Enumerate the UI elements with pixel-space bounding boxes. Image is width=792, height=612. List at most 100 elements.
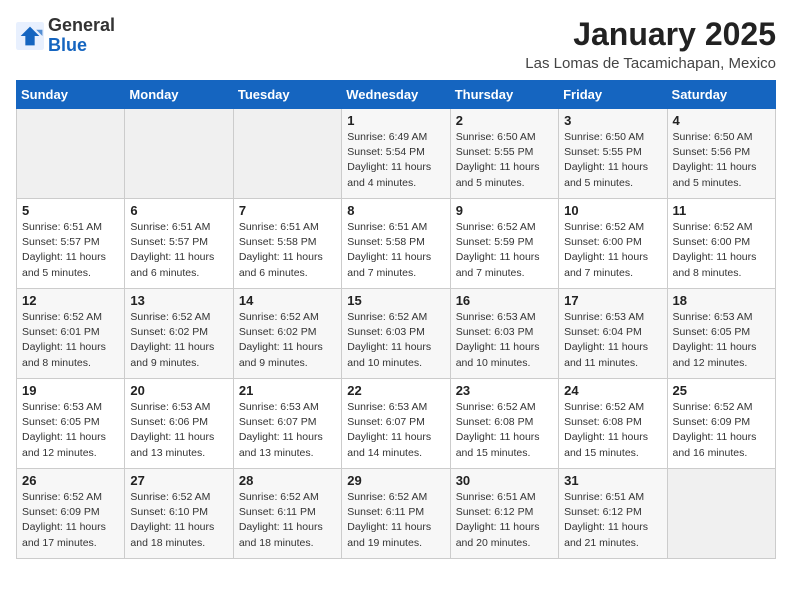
day-cell xyxy=(233,109,341,199)
day-number: 30 xyxy=(456,473,553,488)
day-cell: 31Sunrise: 6:51 AM Sunset: 6:12 PM Dayli… xyxy=(559,469,667,559)
day-info: Sunrise: 6:49 AM Sunset: 5:54 PM Dayligh… xyxy=(347,130,444,191)
day-number: 19 xyxy=(22,383,119,398)
day-number: 2 xyxy=(456,113,553,128)
day-info: Sunrise: 6:50 AM Sunset: 5:56 PM Dayligh… xyxy=(673,130,770,191)
day-number: 20 xyxy=(130,383,227,398)
calendar-table: SundayMondayTuesdayWednesdayThursdayFrid… xyxy=(16,80,776,559)
day-number: 10 xyxy=(564,203,661,218)
day-cell: 10Sunrise: 6:52 AM Sunset: 6:00 PM Dayli… xyxy=(559,199,667,289)
day-number: 3 xyxy=(564,113,661,128)
day-cell: 14 Sunrise: 6:52 AM Sunset: 6:02 PM Dayli… xyxy=(233,289,341,379)
day-info: Sunrise: 6:53 AM Sunset: 6:03 PM Dayligh… xyxy=(456,310,553,371)
day-cell: 16Sunrise: 6:53 AM Sunset: 6:03 PM Dayli… xyxy=(450,289,558,379)
calendar-header: SundayMondayTuesdayWednesdayThursdayFrid… xyxy=(17,81,776,109)
day-number: 1 xyxy=(347,113,444,128)
day-info: Sunrise: 6:50 AM Sunset: 5:55 PM Dayligh… xyxy=(456,130,553,191)
day-cell: 15Sunrise: 6:52 AM Sunset: 6:03 PM Dayli… xyxy=(342,289,450,379)
day-info: Sunrise: 6:52 AM Sunset: 6:09 PM Dayligh… xyxy=(22,490,119,551)
day-header-monday: Monday xyxy=(125,81,233,109)
day-number: 26 xyxy=(22,473,119,488)
day-info: Sunrise: 6:51 AM Sunset: 5:58 PM Dayligh… xyxy=(347,220,444,281)
day-number: 17 xyxy=(564,293,661,308)
day-number: 29 xyxy=(347,473,444,488)
day-cell: 7 Sunrise: 6:51 AM Sunset: 5:58 PM Daylig… xyxy=(233,199,341,289)
day-info: Sunrise: 6:53 AM Sunset: 6:05 PM Dayligh… xyxy=(673,310,770,371)
day-number: 23 xyxy=(456,383,553,398)
day-cell: 22 Sunrise: 6:53 AM Sunset: 6:07 PM Dayli… xyxy=(342,379,450,469)
day-number: 7 xyxy=(239,203,336,218)
day-cell: 27 Sunrise: 6:52 AM Sunset: 6:10 PM Dayli… xyxy=(125,469,233,559)
day-number: 22 xyxy=(347,383,444,398)
day-number: 14 xyxy=(239,293,336,308)
day-info: Sunrise: 6:52 AM Sunset: 6:09 PM Dayligh… xyxy=(673,400,770,461)
day-cell: 9 Sunrise: 6:52 AM Sunset: 5:59 PM Daylig… xyxy=(450,199,558,289)
day-cell: 25 Sunrise: 6:52 AM Sunset: 6:09 PM Dayli… xyxy=(667,379,775,469)
calendar-subtitle: Las Lomas de Tacamichapan, Mexico xyxy=(525,55,776,72)
week-row-3: 12 Sunrise: 6:52 AM Sunset: 6:01 PM Dayli… xyxy=(17,289,776,379)
day-number: 4 xyxy=(673,113,770,128)
day-cell xyxy=(125,109,233,199)
day-info: Sunrise: 6:51 AM Sunset: 6:12 PM Dayligh… xyxy=(456,490,553,551)
day-info: Sunrise: 6:52 AM Sunset: 6:10 PM Dayligh… xyxy=(130,490,227,551)
day-cell: 30 Sunrise: 6:51 AM Sunset: 6:12 PM Dayli… xyxy=(450,469,558,559)
day-number: 27 xyxy=(130,473,227,488)
day-info: Sunrise: 6:52 AM Sunset: 6:03 PM Dayligh… xyxy=(347,310,444,371)
day-info: Sunrise: 6:52 AM Sunset: 6:00 PM Dayligh… xyxy=(673,220,770,281)
day-cell: 12 Sunrise: 6:52 AM Sunset: 6:01 PM Dayli… xyxy=(17,289,125,379)
day-info: Sunrise: 6:51 AM Sunset: 6:12 PM Dayligh… xyxy=(564,490,661,551)
day-cell: 23 Sunrise: 6:52 AM Sunset: 6:08 PM Dayli… xyxy=(450,379,558,469)
day-cell: 13Sunrise: 6:52 AM Sunset: 6:02 PM Dayli… xyxy=(125,289,233,379)
day-cell: 24Sunrise: 6:52 AM Sunset: 6:08 PM Dayli… xyxy=(559,379,667,469)
day-info: Sunrise: 6:53 AM Sunset: 6:05 PM Dayligh… xyxy=(22,400,119,461)
day-info: Sunrise: 6:52 AM Sunset: 5:59 PM Dayligh… xyxy=(456,220,553,281)
day-info: Sunrise: 6:51 AM Sunset: 5:57 PM Dayligh… xyxy=(130,220,227,281)
title-block: January 2025 Las Lomas de Tacamichapan, … xyxy=(525,16,776,72)
day-number: 25 xyxy=(673,383,770,398)
day-number: 28 xyxy=(239,473,336,488)
logo: General Blue xyxy=(16,16,115,56)
day-cell: 3 Sunrise: 6:50 AM Sunset: 5:55 PM Daylig… xyxy=(559,109,667,199)
day-number: 18 xyxy=(673,293,770,308)
day-info: Sunrise: 6:52 AM Sunset: 6:08 PM Dayligh… xyxy=(456,400,553,461)
day-number: 12 xyxy=(22,293,119,308)
day-number: 6 xyxy=(130,203,227,218)
day-cell xyxy=(17,109,125,199)
day-info: Sunrise: 6:53 AM Sunset: 6:06 PM Dayligh… xyxy=(130,400,227,461)
day-info: Sunrise: 6:53 AM Sunset: 6:04 PM Dayligh… xyxy=(564,310,661,371)
day-info: Sunrise: 6:52 AM Sunset: 6:02 PM Dayligh… xyxy=(239,310,336,371)
day-cell: 1 Sunrise: 6:49 AM Sunset: 5:54 PM Daylig… xyxy=(342,109,450,199)
day-info: Sunrise: 6:52 AM Sunset: 6:01 PM Dayligh… xyxy=(22,310,119,371)
day-cell: 19 Sunrise: 6:53 AM Sunset: 6:05 PM Dayli… xyxy=(17,379,125,469)
day-info: Sunrise: 6:52 AM Sunset: 6:11 PM Dayligh… xyxy=(239,490,336,551)
day-number: 13 xyxy=(130,293,227,308)
day-cell: 21Sunrise: 6:53 AM Sunset: 6:07 PM Dayli… xyxy=(233,379,341,469)
day-number: 9 xyxy=(456,203,553,218)
week-row-2: 5Sunrise: 6:51 AM Sunset: 5:57 PM Daylig… xyxy=(17,199,776,289)
day-cell: 2 Sunrise: 6:50 AM Sunset: 5:55 PM Daylig… xyxy=(450,109,558,199)
day-cell: 8 Sunrise: 6:51 AM Sunset: 5:58 PM Daylig… xyxy=(342,199,450,289)
week-row-4: 19 Sunrise: 6:53 AM Sunset: 6:05 PM Dayli… xyxy=(17,379,776,469)
day-info: Sunrise: 6:53 AM Sunset: 6:07 PM Dayligh… xyxy=(347,400,444,461)
day-cell: 28 Sunrise: 6:52 AM Sunset: 6:11 PM Dayli… xyxy=(233,469,341,559)
day-header-tuesday: Tuesday xyxy=(233,81,341,109)
week-row-5: 26 Sunrise: 6:52 AM Sunset: 6:09 PM Dayli… xyxy=(17,469,776,559)
day-info: Sunrise: 6:51 AM Sunset: 5:58 PM Dayligh… xyxy=(239,220,336,281)
day-info: Sunrise: 6:51 AM Sunset: 5:57 PM Dayligh… xyxy=(22,220,119,281)
logo-general-text: General xyxy=(48,15,115,35)
day-cell: 11 Sunrise: 6:52 AM Sunset: 6:00 PM Dayli… xyxy=(667,199,775,289)
day-number: 21 xyxy=(239,383,336,398)
day-number: 8 xyxy=(347,203,444,218)
day-cell: 29Sunrise: 6:52 AM Sunset: 6:11 PM Dayli… xyxy=(342,469,450,559)
day-header-thursday: Thursday xyxy=(450,81,558,109)
calendar-body: 1 Sunrise: 6:49 AM Sunset: 5:54 PM Daylig… xyxy=(17,109,776,559)
week-row-1: 1 Sunrise: 6:49 AM Sunset: 5:54 PM Daylig… xyxy=(17,109,776,199)
day-header-friday: Friday xyxy=(559,81,667,109)
day-info: Sunrise: 6:50 AM Sunset: 5:55 PM Dayligh… xyxy=(564,130,661,191)
day-number: 11 xyxy=(673,203,770,218)
logo-blue-text: Blue xyxy=(48,35,87,55)
day-cell xyxy=(667,469,775,559)
day-header-saturday: Saturday xyxy=(667,81,775,109)
day-cell: 17 Sunrise: 6:53 AM Sunset: 6:04 PM Dayli… xyxy=(559,289,667,379)
page-header: General Blue January 2025 Las Lomas de T… xyxy=(16,16,776,72)
